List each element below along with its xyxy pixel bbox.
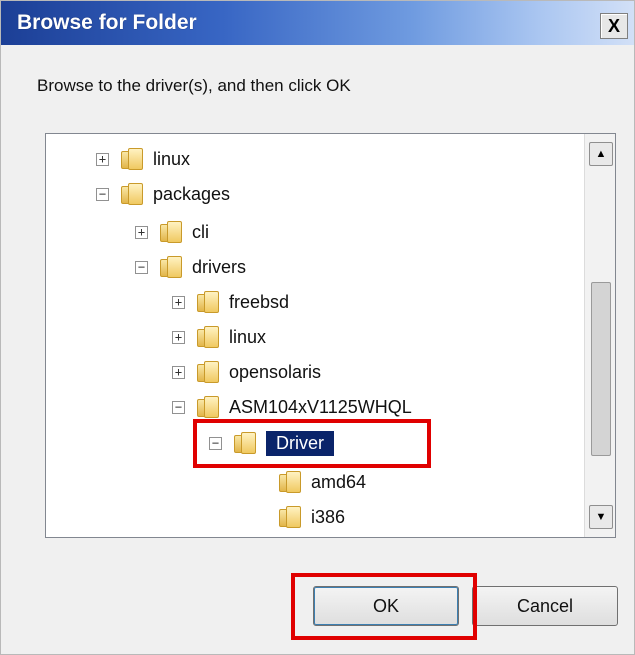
folder-icon xyxy=(121,148,143,170)
tree-item-label: opensolaris xyxy=(229,361,322,382)
instruction-text: Browse to the driver(s), and then click … xyxy=(37,76,351,95)
tree-item-label: i386 xyxy=(311,506,346,527)
collapse-icon[interactable]: − xyxy=(96,187,109,201)
folder-icon xyxy=(121,183,143,205)
tree-item-label: linux xyxy=(153,148,191,169)
arrow-up-icon: ▲ xyxy=(595,148,607,160)
folder-icon xyxy=(197,361,219,383)
tree-item-i386[interactable]: i386 xyxy=(279,502,345,532)
cancel-button[interactable]: Cancel xyxy=(472,586,618,626)
tree-item-amd64[interactable]: amd64 xyxy=(279,467,366,497)
close-icon: X xyxy=(607,15,620,36)
expand-icon[interactable]: + xyxy=(96,152,109,166)
expand-icon[interactable]: + xyxy=(172,330,185,344)
collapse-icon[interactable]: − xyxy=(135,260,148,274)
ok-highlight-box xyxy=(291,573,477,640)
folder-icon xyxy=(197,291,219,313)
browse-for-folder-dialog: Browse for Folder X Browse to the driver… xyxy=(0,0,635,655)
driver-highlight-box xyxy=(193,419,431,468)
expand-icon[interactable]: + xyxy=(172,295,185,309)
tree-item-label: drivers xyxy=(192,256,247,277)
tree-item-label: amd64 xyxy=(311,471,367,492)
tree-item-linux[interactable]: + linux xyxy=(96,144,190,174)
folder-icon xyxy=(197,326,219,348)
collapse-icon[interactable]: − xyxy=(172,400,185,414)
folder-icon xyxy=(160,256,182,278)
folder-icon xyxy=(197,396,219,418)
expand-icon[interactable]: + xyxy=(172,365,185,379)
vertical-scrollbar[interactable]: ▲ ▼ xyxy=(584,134,615,537)
tree-item-label: linux xyxy=(229,326,267,347)
scroll-up-button[interactable]: ▲ xyxy=(589,142,613,166)
folder-icon xyxy=(160,221,182,243)
title-bar[interactable]: Browse for Folder X xyxy=(1,1,634,45)
scroll-down-button[interactable]: ▼ xyxy=(589,505,613,529)
window-title: Browse for Folder xyxy=(17,11,197,34)
tree-item-label: cli xyxy=(192,221,209,242)
tree-item-asm104x[interactable]: − ASM104xV1125WHQL xyxy=(172,392,412,422)
folder-icon xyxy=(279,506,301,528)
arrow-down-icon: ▼ xyxy=(595,511,607,523)
tree-item-freebsd[interactable]: + freebsd xyxy=(172,287,289,317)
tree-item-linux-driver[interactable]: + linux xyxy=(172,322,266,352)
tree-item-opensolaris[interactable]: + opensolaris xyxy=(172,357,321,387)
tree-item-label: ASM104xV1125WHQL xyxy=(229,396,412,417)
close-button[interactable]: X xyxy=(600,13,628,39)
folder-tree[interactable]: + linux − packages + cli − drivers + fre… xyxy=(45,133,616,538)
tree-item-label: packages xyxy=(153,183,231,204)
tree-item-packages[interactable]: − packages xyxy=(96,179,230,209)
scrollbar-thumb[interactable] xyxy=(591,282,611,456)
tree-item-drivers[interactable]: − drivers xyxy=(135,252,246,282)
tree-item-cli[interactable]: + cli xyxy=(135,217,209,247)
cancel-button-label: Cancel xyxy=(516,595,574,616)
folder-icon xyxy=(279,471,301,493)
tree-item-label: freebsd xyxy=(229,291,290,312)
expand-icon[interactable]: + xyxy=(135,225,148,239)
